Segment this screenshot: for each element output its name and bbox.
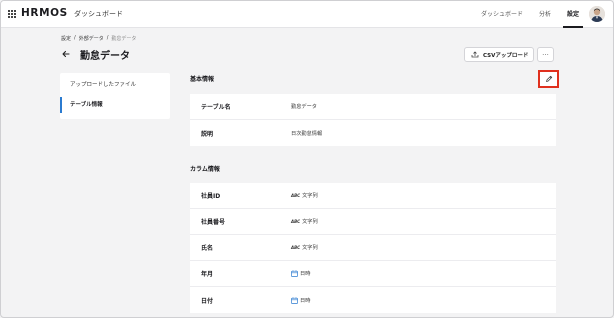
abc-icon: ABC (291, 219, 301, 224)
edit-button[interactable] (538, 70, 559, 88)
column-info-panel: 社員ID ABC 文字列 社員番号 ABC 文字列 氏名 ABC 文字列 年月 (190, 183, 556, 313)
side-item-uploaded-files[interactable]: アップロードしたファイル (60, 75, 170, 95)
upload-icon (471, 51, 479, 58)
column-type-label: 文字列 (302, 219, 318, 225)
column-type: 日時 (291, 296, 311, 304)
column-type-label: 文字列 (302, 245, 318, 251)
column-name: 社員ID (201, 193, 221, 200)
field-value: 勤怠データ (291, 104, 317, 110)
column-type: ABC 文字列 (291, 192, 318, 199)
breadcrumb-external-data[interactable]: 外部データ (79, 35, 104, 42)
table-row: テーブル名 勤怠データ (190, 94, 556, 120)
column-name: 日付 (201, 297, 214, 305)
table-row: 氏名 ABC 文字列 (190, 235, 556, 261)
pencil-icon (545, 75, 552, 82)
hrmos-logo[interactable]: HRMOS (21, 7, 68, 19)
column-type-label: 文字列 (302, 193, 318, 199)
basic-info-title: 基本情報 (190, 76, 215, 83)
nav-analysis[interactable]: 分析 (539, 1, 551, 28)
csv-upload-button[interactable]: CSVアップロード (464, 47, 534, 62)
calendar-icon (291, 270, 298, 277)
column-info-title: カラム情報 (190, 166, 220, 173)
app-window: HRMOS ダッシュボード ダッシュボード 分析 設定 設定 / 外部データ /… (0, 0, 614, 318)
breadcrumb-separator: / (74, 35, 76, 41)
back-arrow-icon[interactable] (60, 48, 72, 60)
more-options-button[interactable]: ··· (537, 47, 554, 62)
basic-info-panel: テーブル名 勤怠データ 説明 日次勤怠情報 (190, 94, 556, 146)
abc-icon: ABC (291, 193, 301, 198)
field-label: 説明 (201, 130, 214, 138)
user-avatar[interactable] (589, 6, 605, 22)
table-row: 社員番号 ABC 文字列 (190, 209, 556, 235)
column-type: ABC 文字列 (291, 218, 318, 225)
field-label: テーブル名 (201, 104, 231, 111)
column-type: 日時 (291, 270, 310, 277)
calendar-icon (291, 296, 298, 304)
top-bar: HRMOS ダッシュボード ダッシュボード 分析 設定 (1, 1, 613, 28)
table-row: 日付 日時 (190, 287, 556, 313)
breadcrumb-current: 勤怠データ (111, 36, 137, 42)
breadcrumb: 設定 / 外部データ / 勤怠データ (61, 35, 136, 42)
table-row: 説明 日次勤怠情報 (190, 120, 556, 146)
column-name: 社員番号 (201, 219, 226, 226)
field-value: 日次勤怠情報 (291, 130, 323, 137)
page-title: 勤怠データ (80, 51, 130, 62)
breadcrumb-separator: / (106, 35, 109, 41)
column-type-label: 日時 (300, 297, 311, 304)
top-nav: ダッシュボード 分析 設定 (465, 1, 584, 28)
nav-settings[interactable]: 設定 (562, 1, 584, 28)
nav-dashboard[interactable]: ダッシュボード (481, 1, 523, 28)
table-row: 年月 日時 (190, 261, 556, 287)
table-row: 社員ID ABC 文字列 (190, 183, 556, 209)
avatar-icon (589, 6, 605, 22)
column-type-label: 日時 (300, 271, 311, 277)
csv-upload-label: CSVアップロード (483, 52, 529, 59)
app-grid-icon[interactable] (8, 10, 16, 18)
column-type: ABC 文字列 (291, 244, 318, 251)
side-item-table-info[interactable]: テーブル情報 (60, 95, 170, 115)
column-name: 年月 (201, 271, 214, 278)
column-name: 氏名 (201, 245, 214, 252)
side-menu: アップロードしたファイル テーブル情報 (60, 73, 170, 119)
abc-icon: ABC (291, 245, 301, 250)
breadcrumb-settings[interactable]: 設定 (61, 35, 71, 42)
app-name: ダッシュボード (74, 10, 123, 18)
